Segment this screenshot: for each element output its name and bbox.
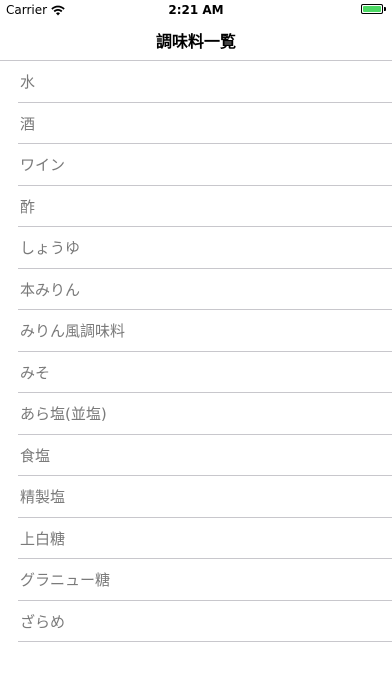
list-item[interactable]: ざらめ bbox=[0, 601, 392, 643]
list-item[interactable]: 酢 bbox=[0, 186, 392, 228]
list-item[interactable]: 上白糖 bbox=[0, 518, 392, 560]
list-item[interactable]: みそ bbox=[0, 352, 392, 394]
list-item[interactable]: 水 bbox=[0, 61, 392, 103]
list-item[interactable]: 精製塩 bbox=[0, 476, 392, 518]
battery-cap bbox=[384, 7, 386, 11]
navigation-bar: 調味料一覧 bbox=[0, 20, 392, 61]
status-bar: Carrier 2:21 AM bbox=[0, 0, 392, 20]
list-item[interactable]: 食塩 bbox=[0, 435, 392, 477]
battery-body bbox=[361, 4, 383, 14]
list-item[interactable]: あら塩(並塩) bbox=[0, 393, 392, 435]
seasoning-list: 水 酒 ワイン 酢 しょうゆ 本みりん みりん風調味料 みそ あら塩(並塩) 食… bbox=[0, 61, 392, 642]
status-time: 2:21 AM bbox=[168, 3, 224, 17]
page-title: 調味料一覧 bbox=[155, 32, 236, 51]
list-item[interactable]: グラニュー糖 bbox=[0, 559, 392, 601]
battery-fill bbox=[363, 6, 381, 12]
list-item[interactable]: 酒 bbox=[0, 103, 392, 145]
battery-icon bbox=[361, 4, 386, 14]
list-item[interactable]: 本みりん bbox=[0, 269, 392, 311]
list-item[interactable]: みりん風調味料 bbox=[0, 310, 392, 352]
list-item[interactable]: しょうゆ bbox=[0, 227, 392, 269]
list-item[interactable]: ワイン bbox=[0, 144, 392, 186]
